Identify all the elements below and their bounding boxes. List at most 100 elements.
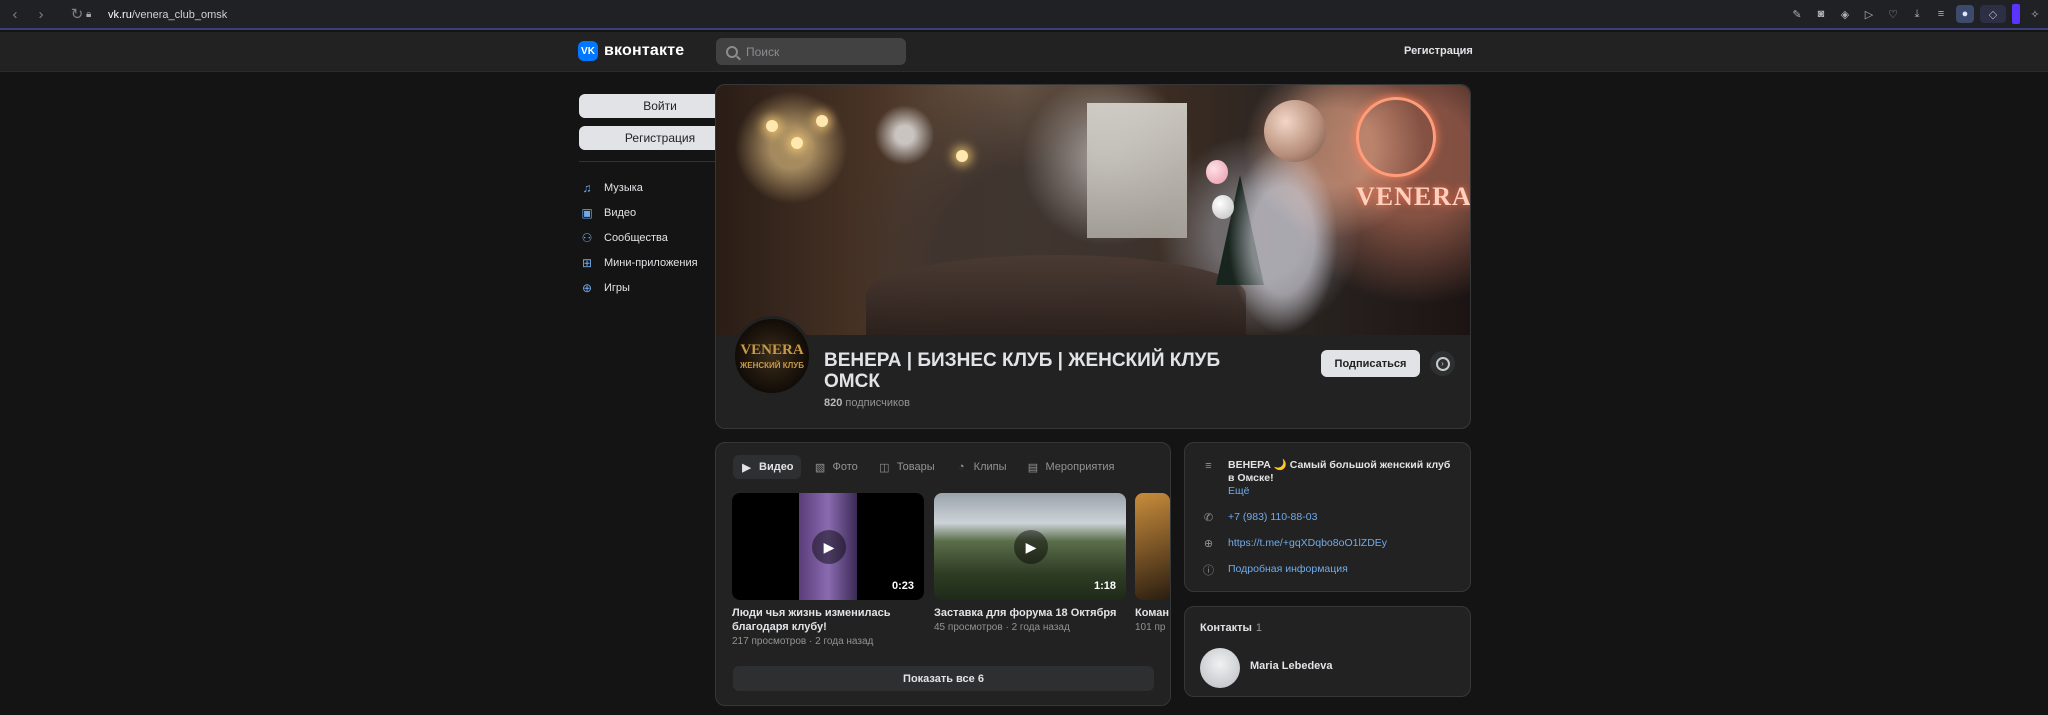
lock-icon: 🔒︎	[86, 9, 92, 20]
logo-text: вконтакте	[604, 42, 685, 59]
video-title[interactable]: Люди чья жизнь изменилась благодаря клуб…	[732, 606, 924, 634]
tab-label: Клипы	[973, 461, 1007, 473]
sidebar-item-video[interactable]: ▣ Видео	[580, 200, 698, 225]
tab-events[interactable]: ▤ Мероприятия	[1020, 455, 1122, 479]
search-input[interactable]	[746, 44, 896, 59]
more-actions-button[interactable]: ›	[1430, 351, 1455, 376]
url-host: vk.ru	[108, 9, 132, 21]
edit-icon[interactable]: ✎	[1788, 5, 1806, 23]
address-bar[interactable]: 🔒︎ vk.ru/venera_club_omsk	[86, 6, 227, 24]
download-icon[interactable]: ⤓	[1908, 5, 1926, 23]
tree-decoration	[1228, 145, 1338, 335]
play-icon[interactable]: ▷	[1860, 5, 1878, 23]
vk-logo[interactable]: VK вконтакте	[578, 41, 684, 61]
sidebar-item-communities[interactable]: ⚇ Сообщества	[580, 225, 698, 250]
profile-icon[interactable]: ●	[1956, 5, 1974, 23]
reload-icon[interactable]: ↻	[66, 3, 88, 25]
url-path: /venera_club_omsk	[131, 9, 228, 21]
calendar-icon: ▤	[1027, 461, 1039, 474]
video-thumbnail[interactable]: ▶ 1:18	[934, 493, 1126, 600]
tab-goods[interactable]: ◫ Товары	[871, 455, 942, 479]
description-row: ≡ ВЕНЕРА 🌙 Самый большой женский клуб в …	[1202, 459, 1452, 498]
sidebar-toggle-icon[interactable]	[2012, 4, 2020, 24]
neon-logo	[1356, 97, 1436, 177]
phone-row: ✆ +7 (983) 110-88-03	[1202, 511, 1318, 524]
video-views: 101 пр	[1135, 622, 1166, 633]
tab-clips[interactable]: ◔ Клипы	[948, 455, 1014, 479]
shield-icon[interactable]: ◈	[1836, 5, 1854, 23]
play-icon[interactable]: ▶	[1014, 530, 1048, 564]
extensions-icon[interactable]: ◇	[1980, 5, 2006, 23]
video-meta: 45 просмотров · 2 года назад	[934, 622, 1070, 633]
sidebar-menu: ♫ Музыка ▣ Видео ⚇ Сообщества ⊞ Мини-при…	[580, 175, 698, 300]
contacts-title: Контакты	[1200, 622, 1252, 634]
sidebar-item-games[interactable]: ⊕ Игры	[580, 275, 698, 300]
header-register-link[interactable]: Регистрация	[1404, 45, 1473, 57]
info-icon: ⓘ	[1203, 564, 1214, 577]
photo-icon: ▧	[814, 461, 826, 474]
camera-icon[interactable]: ◙	[1812, 5, 1830, 23]
sidebar-item-apps[interactable]: ⊞ Мини-приложения	[580, 250, 698, 275]
phone-link[interactable]: +7 (983) 110-88-03	[1228, 511, 1317, 523]
balloon-decoration	[1264, 100, 1326, 162]
show-all-videos-button[interactable]: Показать все 6	[733, 666, 1154, 691]
table-decoration	[866, 255, 1246, 335]
settings-icon[interactable]: ✧	[2026, 5, 2044, 23]
tab-label: Видео	[759, 461, 794, 473]
play-icon[interactable]: ▶	[812, 530, 846, 564]
video-duration: 1:18	[1093, 580, 1116, 592]
website-link[interactable]: https://t.me/+gqXDqbo8oO1lZDEy	[1228, 537, 1387, 549]
video-age: 2 года назад	[1011, 622, 1070, 633]
video-thumbnail[interactable]	[1135, 493, 1170, 600]
tab-photo[interactable]: ▧ Фото	[807, 455, 865, 479]
video-views: 217 просмотров	[732, 636, 807, 647]
forward-icon[interactable]: ›	[30, 3, 52, 25]
back-icon[interactable]: ‹	[4, 3, 26, 25]
arrow-circle-icon: ›	[1435, 356, 1450, 371]
group-avatar[interactable]: VENERA ЖЕНСКИЙ КЛУБ	[732, 316, 812, 396]
avatar-subtitle: ЖЕНСКИЙ КЛУБ	[740, 361, 804, 370]
tab-video[interactable]: ▶ Видео	[733, 455, 801, 479]
browser-toolbar: ‹ › ↻ 🔒︎ vk.ru/venera_club_omsk ✎ ◙ ◈ ▷ …	[0, 0, 2048, 30]
text-lines-icon: ≡	[1205, 459, 1212, 472]
video-title[interactable]: Коман	[1135, 606, 1170, 620]
subscribers-count[interactable]: 820 подписчиков	[824, 397, 910, 409]
video-item[interactable]: ▶ 1:18 Заставка для форума 18 Октября 45…	[934, 493, 1126, 633]
show-more-link[interactable]: Ещё	[1228, 485, 1452, 498]
contact-avatar[interactable]	[1200, 648, 1240, 688]
contact-name[interactable]: Maria Lebedeva	[1250, 660, 1333, 672]
video-views: 45 просмотров	[934, 622, 1003, 633]
video-item[interactable]: Коман 101 пр	[1135, 493, 1170, 633]
video-age: 2 года назад	[815, 636, 874, 647]
search-box[interactable]	[716, 38, 906, 65]
lamp-decoration	[816, 115, 828, 127]
group-cover-image: VENERA	[716, 85, 1470, 335]
globe-icon: ⊕	[1203, 538, 1214, 550]
heart-icon[interactable]: ♡	[1884, 5, 1902, 23]
vk-logo-icon: VK	[578, 41, 598, 61]
details-link[interactable]: Подробная информация	[1228, 563, 1348, 575]
subscribe-button[interactable]: Подписаться	[1321, 350, 1420, 377]
video-title[interactable]: Заставка для форума 18 Октября	[934, 606, 1126, 620]
balloon-decoration	[1206, 160, 1228, 184]
sidebar-item-label: Видео	[604, 206, 637, 219]
video-duration: 0:23	[891, 580, 914, 592]
lamp-decoration	[791, 137, 803, 149]
video-icon: ▣	[581, 205, 593, 220]
site-header: VK вконтакте Регистрация	[0, 32, 2048, 72]
lamp-decoration	[766, 120, 778, 132]
menu-icon[interactable]: ≡	[1932, 5, 1950, 23]
video-thumbnail[interactable]: ▶ 0:23	[732, 493, 924, 600]
video-item[interactable]: ▶ 0:23 Люди чья жизнь изменилась благода…	[732, 493, 924, 647]
sidebar-item-label: Игры	[604, 281, 630, 294]
media-tabs: ▶ Видео ▧ Фото ◫ Товары ◔ Клипы ▤ Мероприятия	[733, 455, 1121, 479]
phone-icon: ✆	[1203, 512, 1214, 524]
contacts-heading[interactable]: Контакты 1	[1200, 622, 1262, 634]
search-icon	[726, 45, 738, 58]
sidebar-item-label: Музыка	[604, 181, 643, 194]
communities-icon: ⚇	[581, 230, 593, 245]
group-title: ВЕНЕРА | БИЗНЕС КЛУБ | ЖЕНСКИЙ КЛУБ ОМСК	[824, 350, 1221, 392]
sidebar-item-music[interactable]: ♫ Музыка	[580, 175, 698, 200]
neon-sign: VENERA	[1356, 182, 1470, 211]
subscribers-label: подписчиков	[845, 397, 910, 409]
